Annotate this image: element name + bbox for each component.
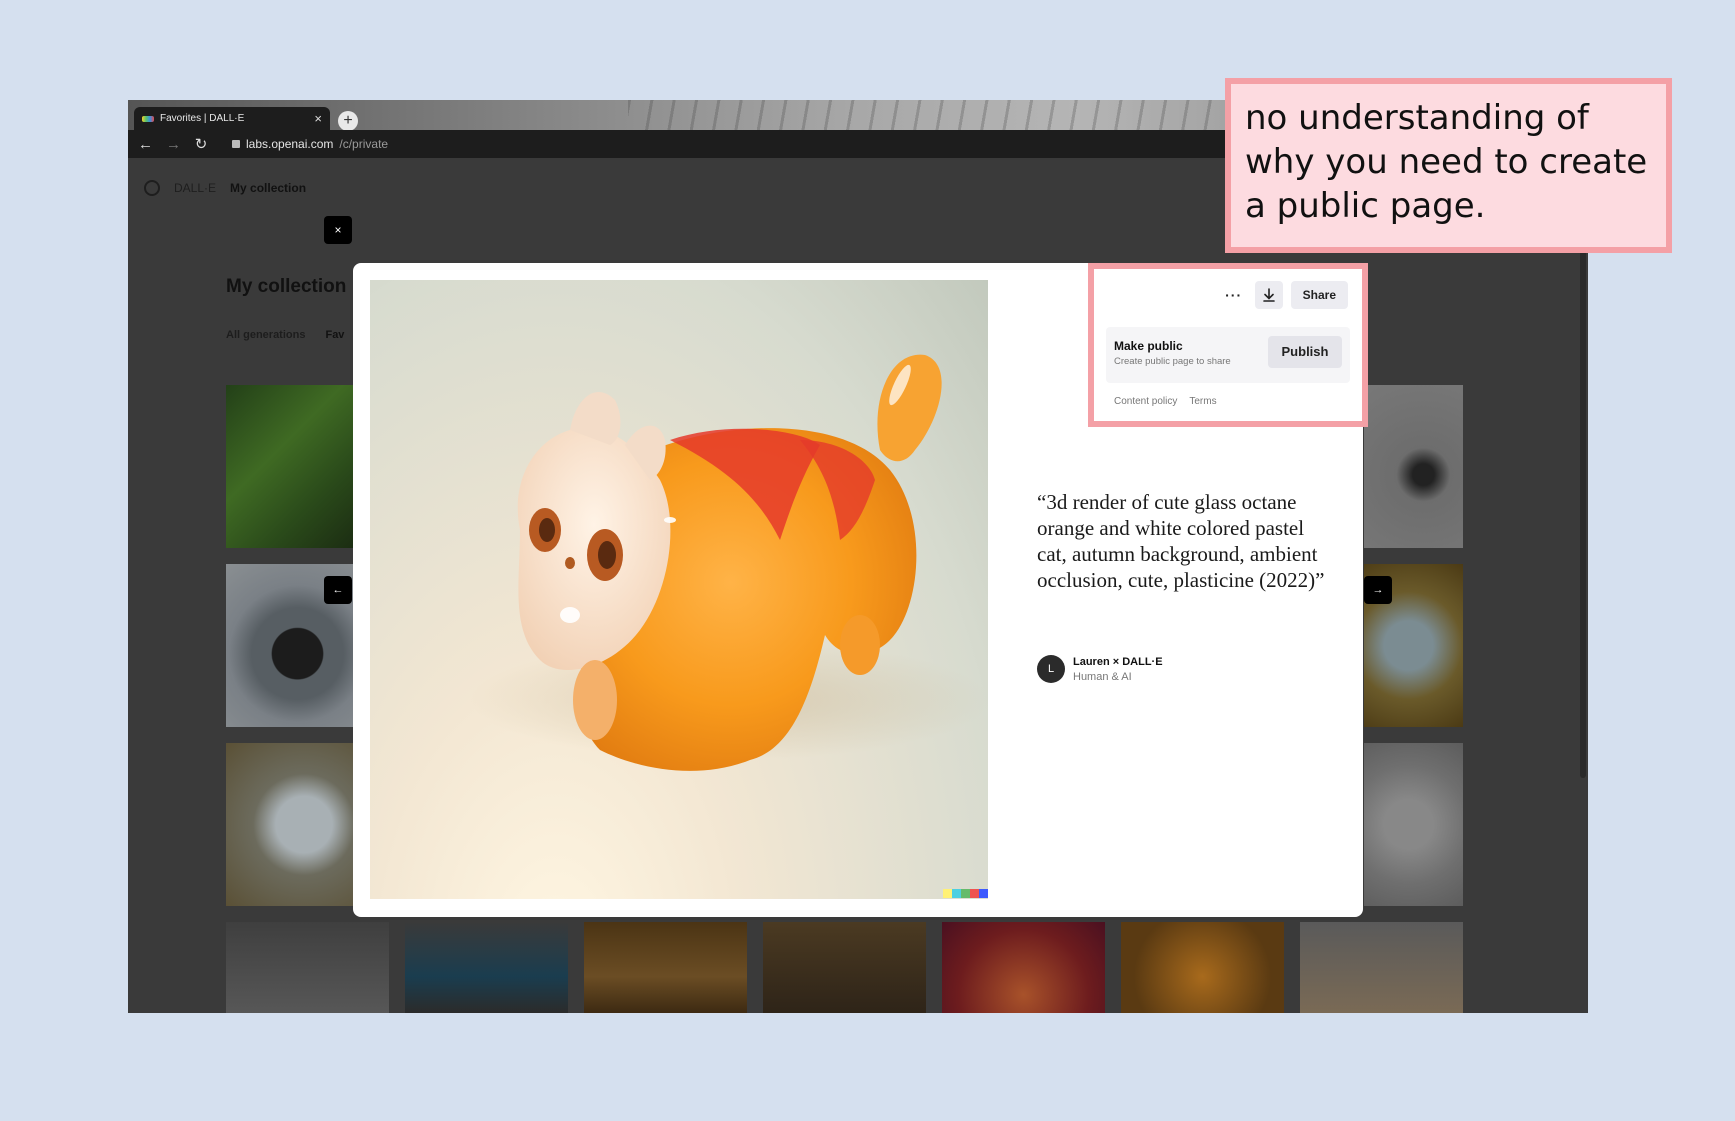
favicon-icon [142,115,154,122]
more-options-button[interactable]: ··· [1221,287,1247,303]
tab-close-icon[interactable]: × [314,111,322,126]
close-modal-button[interactable]: × [324,216,352,244]
nav-my-collection[interactable]: My collection [230,181,306,195]
page-scrollbar[interactable] [1580,218,1586,778]
thumbnail[interactable] [584,922,747,1013]
image-prompt: “3d render of cute glass octane orange a… [1037,490,1325,592]
thumbnail[interactable] [1300,922,1463,1013]
thumbnail[interactable] [226,385,356,548]
thumbnail[interactable] [405,922,568,1013]
policy-links: Content policy Terms [1114,396,1217,407]
forward-icon[interactable]: → [166,136,181,153]
thumbnail[interactable] [226,743,356,906]
next-image-button[interactable]: → [1364,576,1392,604]
thumbnail[interactable] [1121,922,1284,1013]
tab-title: Favorites | DALL·E [160,113,245,124]
openai-logo-icon[interactable] [144,180,160,196]
top-nav: DALL·E My collection [144,180,306,196]
filter-favorites[interactable]: Fav [325,329,344,341]
author-name: Lauren × DALL·E [1073,655,1163,668]
image-actions: ··· Share [1221,281,1348,309]
page-title: My collection [226,276,347,297]
download-icon [1262,288,1275,302]
share-popover: ··· Share Make public Create public page… [1088,263,1368,427]
publish-button[interactable]: Publish [1268,336,1342,368]
terms-link[interactable]: Terms [1189,396,1216,407]
collection-filters: All generations Fav [226,329,344,341]
annotation-callout: no understanding of why you need to crea… [1225,78,1672,253]
dalle-signature [943,889,988,898]
thumbnail[interactable] [942,922,1105,1013]
thumbnail[interactable] [763,922,926,1013]
address-bar[interactable]: labs.openai.com/c/private [232,137,388,151]
thumbnail[interactable] [226,922,389,1013]
lock-icon [232,140,240,148]
make-public-subtitle: Create public page to share [1114,356,1231,367]
avatar: L [1037,655,1065,683]
previous-image-button[interactable]: ← [324,576,352,604]
share-button[interactable]: Share [1290,281,1348,309]
download-button[interactable] [1254,281,1283,309]
brand-link[interactable]: DALL·E [174,181,216,195]
new-tab-button[interactable]: + [338,111,358,131]
url-host: labs.openai.com [246,137,334,151]
filter-all-generations[interactable]: All generations [226,329,305,341]
reload-icon[interactable]: ↻ [194,135,208,153]
url-path: /c/private [339,137,389,151]
content-policy-link[interactable]: Content policy [1114,396,1177,407]
browser-tab[interactable]: Favorites | DALL·E × [134,107,330,130]
thumbnail[interactable] [1364,385,1463,548]
make-public-panel: Make public Create public page to share … [1106,327,1350,383]
back-icon[interactable]: ← [138,136,153,153]
thumbnail[interactable] [1364,743,1463,906]
author-subtitle: Human & AI [1073,670,1132,683]
glass-cat-illustration [470,354,988,771]
make-public-title: Make public [1114,339,1183,353]
generated-image [370,280,988,899]
author-credit: L Lauren × DALL·E Human & AI [1037,655,1163,683]
